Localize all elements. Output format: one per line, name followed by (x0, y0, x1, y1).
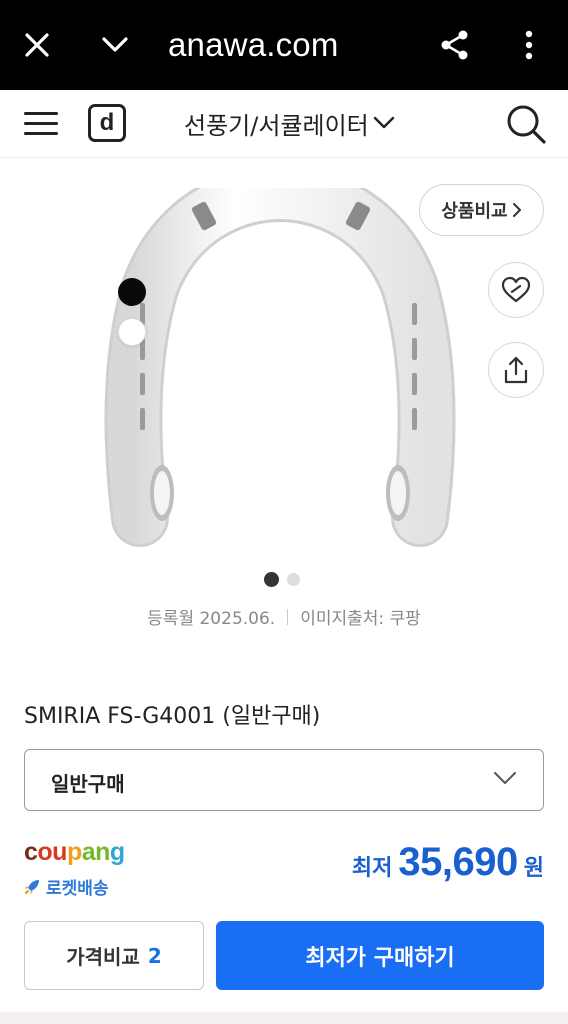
rocket-delivery-label: 로켓배송 (46, 879, 109, 899)
product-title: SMIRIA FS-G4001 (일반구매) (24, 704, 321, 729)
buy-lowest-button[interactable]: 최저가 구매하기 (216, 921, 544, 990)
menu-icon (24, 112, 58, 115)
option-selected-value: 일반구매 (51, 772, 125, 796)
product-meta: 등록월 2025.06. 이미지출처: 쿠팡 (0, 604, 568, 629)
coupang-logo: coupang (24, 838, 125, 866)
price-compare-button[interactable]: 가격비교 2 (24, 921, 204, 990)
product-compare-button[interactable]: 상품비교 (419, 184, 544, 236)
price-prefix: 최저 (351, 856, 393, 881)
color-swatch-black[interactable] (118, 278, 146, 306)
lowest-price: 최저 35,690 원 (352, 840, 544, 885)
chevron-down-icon (102, 37, 128, 52)
more-menu-button[interactable] (506, 22, 552, 68)
url-text[interactable]: anawa.com (168, 26, 339, 64)
share-upload-icon (504, 356, 528, 384)
neck-fan-image (104, 163, 456, 547)
product-image[interactable] (100, 163, 460, 558)
image-pager (264, 572, 300, 587)
pager-dot-1[interactable] (264, 572, 279, 587)
heart-icon (501, 276, 531, 303)
share-icon (441, 30, 468, 60)
pager-dot-2[interactable] (287, 573, 300, 586)
rocket-delivery-badge: 로켓배송 (22, 874, 109, 899)
price-compare-count: 2 (147, 943, 162, 968)
wishlist-button[interactable] (488, 262, 544, 318)
search-button[interactable] (504, 102, 548, 146)
bottom-strip (0, 1012, 568, 1024)
price-compare-label: 가격비교 (66, 945, 140, 969)
meta-divider (287, 608, 289, 625)
search-icon (507, 105, 546, 144)
close-tab-button[interactable] (14, 22, 60, 68)
site-logo[interactable]: d (88, 104, 126, 142)
site-header: d 선풍기/서큘레이터 (0, 90, 568, 158)
product-share-button[interactable] (488, 342, 544, 398)
price-value: 35,690 (398, 840, 518, 884)
option-select[interactable]: 일반구매 (24, 749, 544, 811)
chevron-down-icon (494, 772, 516, 784)
color-swatch-white[interactable] (118, 318, 146, 346)
menu-button[interactable] (22, 108, 60, 138)
collapse-button[interactable] (92, 22, 138, 68)
price-unit: 원 (523, 856, 544, 881)
browser-toolbar: anawa.com (0, 0, 568, 90)
rocket-icon (25, 879, 39, 894)
category-dropdown[interactable]: 선풍기/서큘레이터 (184, 106, 395, 140)
chevron-down-icon (373, 116, 394, 129)
share-button[interactable] (432, 22, 478, 68)
registered-date: 등록월 2025.06. (147, 609, 276, 629)
more-vertical-icon (525, 30, 533, 60)
image-source: 이미지출처: 쿠팡 (300, 609, 421, 629)
product-compare-label: 상품비교 (441, 201, 508, 222)
chevron-right-icon (512, 203, 521, 217)
close-icon (25, 33, 49, 57)
category-label: 선풍기/서큘레이터 (184, 111, 369, 140)
